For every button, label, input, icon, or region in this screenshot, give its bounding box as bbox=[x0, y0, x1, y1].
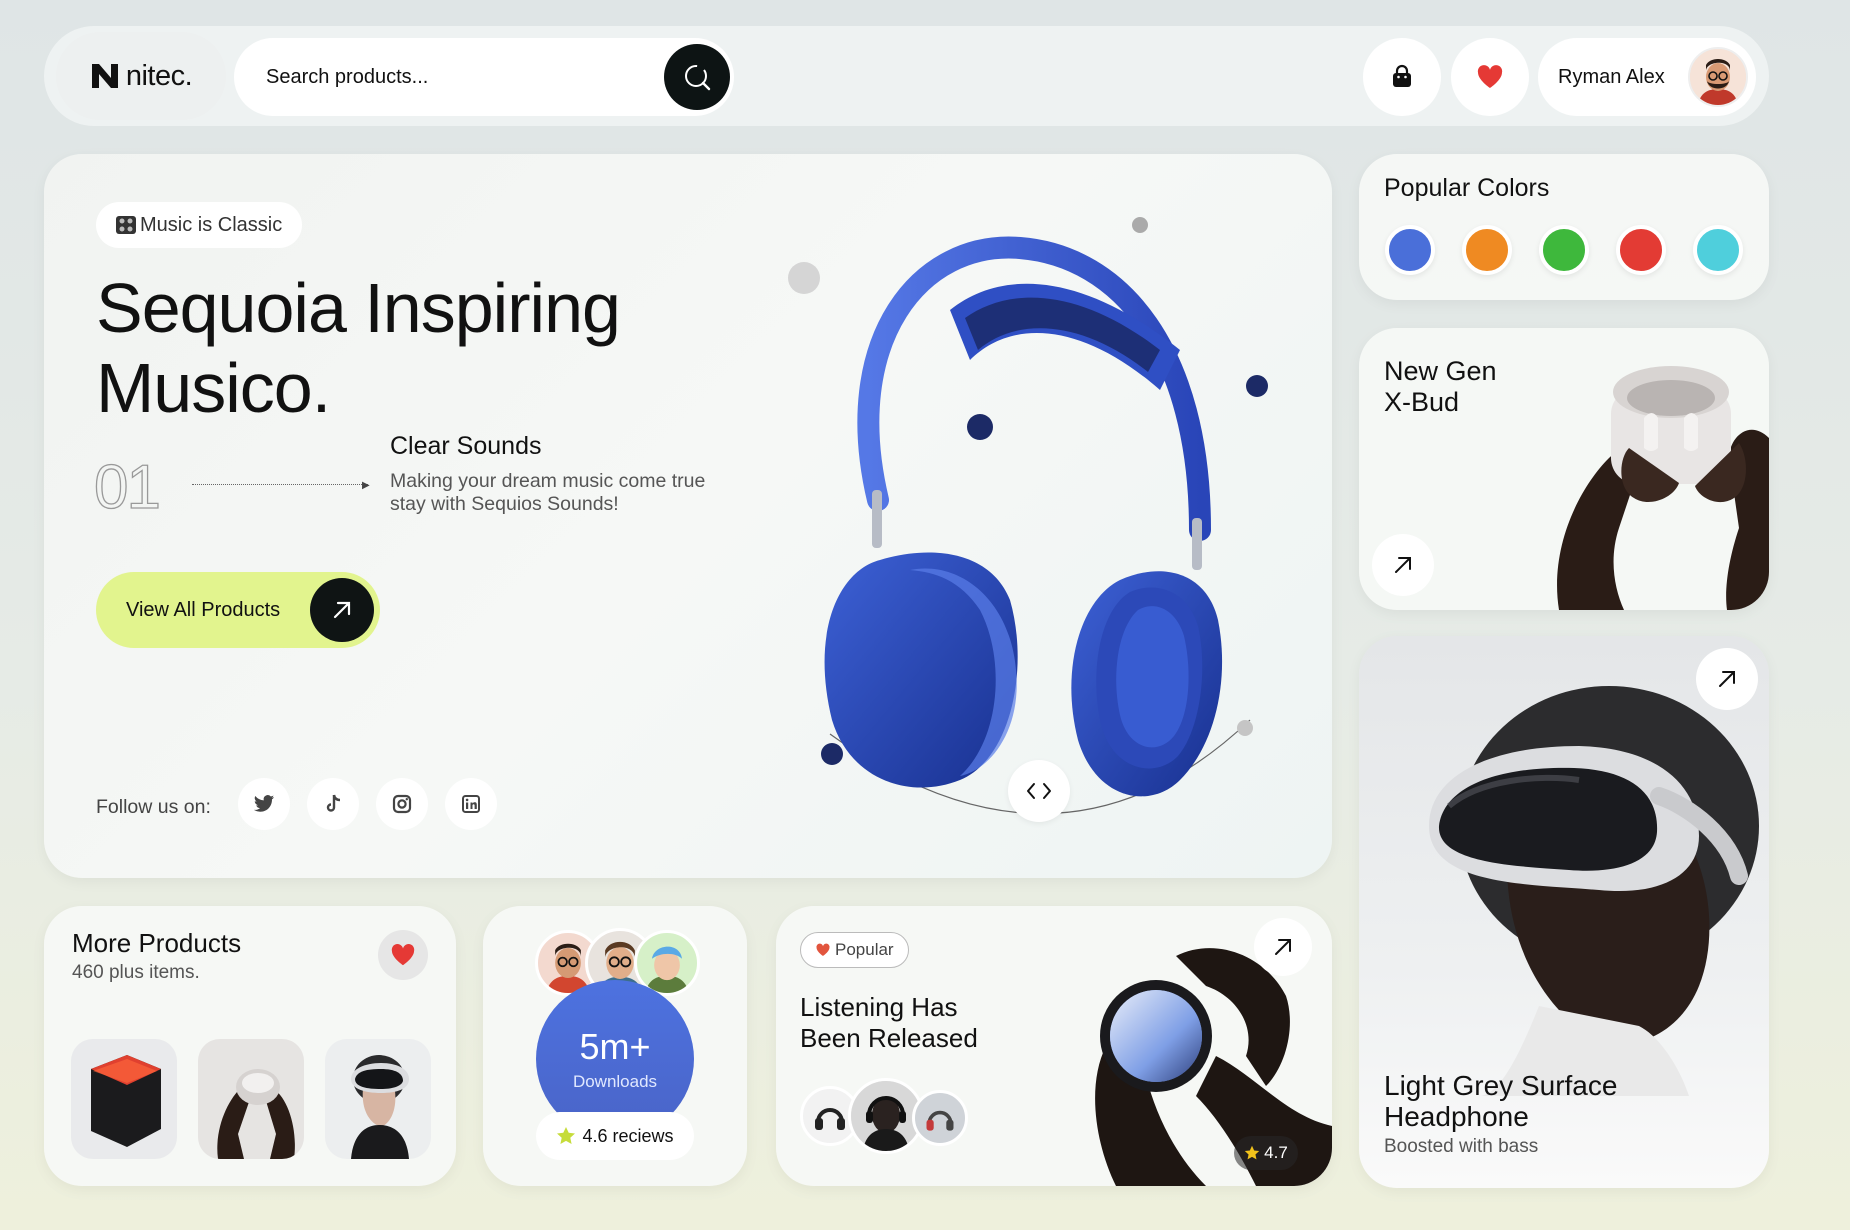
code-arrows-icon bbox=[1027, 783, 1051, 799]
listening-title: Listening Has Been Released bbox=[800, 992, 1020, 1054]
feature-description: Making your dream music come true stay w… bbox=[390, 470, 750, 516]
listening-arrow-button[interactable] bbox=[1254, 918, 1312, 976]
user-name: Ryman Alex bbox=[1558, 65, 1665, 88]
product-thumb-earbuds[interactable] bbox=[198, 1039, 304, 1159]
product-thumb-speaker[interactable] bbox=[71, 1039, 177, 1159]
xbud-arrow-button[interactable] bbox=[1372, 534, 1434, 596]
twitter-icon bbox=[253, 795, 275, 812]
search-input[interactable] bbox=[266, 65, 626, 89]
hero-slide-number: 01 bbox=[93, 452, 161, 522]
hero-title: Sequoia Inspiring Musico. bbox=[96, 268, 736, 428]
hero-badge: Music is Classic bbox=[96, 202, 303, 248]
instagram-button[interactable] bbox=[376, 778, 428, 830]
rating-badge: 4.7 bbox=[1234, 1136, 1298, 1170]
more-products-favorite-button[interactable] bbox=[378, 930, 428, 980]
color-swatch-red[interactable] bbox=[1616, 225, 1666, 275]
vr-title-line1: Light Grey Surface bbox=[1384, 1070, 1618, 1101]
search-icon bbox=[685, 65, 711, 91]
listener-face-image bbox=[851, 1081, 921, 1151]
slider-toggle-button[interactable] bbox=[1008, 760, 1070, 822]
heart-icon bbox=[1477, 65, 1503, 88]
vr-subtitle: Boosted with bass bbox=[1384, 1136, 1539, 1157]
xbud-title-line1: New Gen bbox=[1384, 356, 1497, 386]
headphone-icon bbox=[815, 1108, 845, 1130]
hero-title-line2: Musico. bbox=[96, 349, 331, 427]
line-arrow-icon: ▶ bbox=[362, 480, 370, 491]
feature-title: Clear Sounds bbox=[390, 432, 542, 460]
logo-mark-icon bbox=[91, 64, 118, 88]
vr-person-image bbox=[351, 1055, 409, 1159]
product-thumb-vr[interactable] bbox=[325, 1039, 431, 1159]
search-bar bbox=[234, 38, 734, 116]
linkedin-icon bbox=[462, 795, 480, 813]
vr-headset-image bbox=[1429, 686, 1759, 1096]
popular-badge: Popular bbox=[800, 932, 909, 968]
cta-arrow-button[interactable] bbox=[310, 578, 374, 642]
more-products-title: More Products bbox=[72, 928, 242, 958]
rating-value: 4.7 bbox=[1264, 1143, 1288, 1162]
listening-title-line1: Listening Has bbox=[800, 992, 958, 1022]
arrow-up-right-icon bbox=[1719, 671, 1735, 687]
color-swatch-green[interactable] bbox=[1539, 225, 1589, 275]
avatar-face-icon bbox=[1690, 49, 1746, 105]
feature-description-line2: stay with Sequios Sounds! bbox=[390, 493, 619, 515]
instagram-icon bbox=[392, 794, 412, 814]
color-swatch-cyan[interactable] bbox=[1693, 225, 1743, 275]
logo[interactable]: nitec. bbox=[56, 32, 226, 120]
arrow-up-right-icon bbox=[333, 601, 351, 619]
cta-label: View All Products bbox=[126, 598, 281, 621]
downloads-count: 5m+ bbox=[579, 1026, 651, 1067]
heart-icon bbox=[816, 943, 830, 956]
listener-thumb-3 bbox=[912, 1090, 968, 1146]
hero-badge-text: Music is Classic bbox=[140, 213, 283, 236]
headphones-image bbox=[788, 217, 1268, 815]
tiktok-icon bbox=[326, 794, 341, 812]
speaker-cube-image bbox=[91, 1055, 161, 1147]
user-menu[interactable]: Ryman Alex bbox=[1538, 38, 1756, 116]
star-icon bbox=[557, 1127, 576, 1144]
follow-label: Follow us on: bbox=[96, 796, 211, 818]
feature-description-line1: Making your dream music come true bbox=[390, 470, 706, 492]
shopping-bag-icon bbox=[1393, 64, 1411, 87]
reviews-text: 4.6 reciews bbox=[582, 1125, 674, 1146]
earbuds-hands-image bbox=[217, 1069, 295, 1159]
listening-title-line2: Been Released bbox=[800, 1023, 978, 1053]
favorites-button[interactable] bbox=[1451, 38, 1529, 116]
hero-title-line1: Sequoia Inspiring bbox=[96, 269, 621, 347]
logo-text: nitec. bbox=[125, 59, 193, 92]
xbud-title-line2: X-Bud bbox=[1384, 387, 1460, 417]
vr-title: Light Grey Surface Headphone bbox=[1384, 1070, 1617, 1132]
star-icon bbox=[1244, 1145, 1260, 1160]
arrow-up-right-icon bbox=[1275, 939, 1291, 955]
downloads-label: Downloads bbox=[572, 1072, 658, 1091]
twitter-button[interactable] bbox=[238, 778, 290, 830]
headphone-icon bbox=[926, 1110, 954, 1131]
hero-dotted-line bbox=[192, 484, 368, 485]
color-swatch-blue[interactable] bbox=[1385, 225, 1435, 275]
linkedin-button[interactable] bbox=[445, 778, 497, 830]
tiktok-button[interactable] bbox=[307, 778, 359, 830]
vr-title-line2: Headphone bbox=[1384, 1101, 1529, 1132]
search-button[interactable] bbox=[664, 44, 730, 110]
reviews-pill[interactable]: 4.6 reciews bbox=[536, 1112, 694, 1160]
cart-button[interactable] bbox=[1363, 38, 1441, 116]
arrow-up-right-icon bbox=[1395, 557, 1411, 573]
avatar-face-icon bbox=[645, 946, 689, 993]
speaker-grid-icon bbox=[116, 216, 136, 234]
popular-colors-title: Popular Colors bbox=[1384, 174, 1550, 202]
color-swatch-orange[interactable] bbox=[1462, 225, 1512, 275]
xbud-title: New Gen X-Bud bbox=[1384, 356, 1497, 418]
more-products-count: 460 plus items. bbox=[72, 962, 200, 983]
vr-arrow-button[interactable] bbox=[1696, 648, 1758, 710]
popular-badge-text: Popular bbox=[835, 940, 894, 959]
earbuds-image bbox=[1557, 366, 1769, 610]
heart-icon bbox=[391, 944, 415, 966]
user-avatar[interactable] bbox=[1688, 47, 1748, 107]
